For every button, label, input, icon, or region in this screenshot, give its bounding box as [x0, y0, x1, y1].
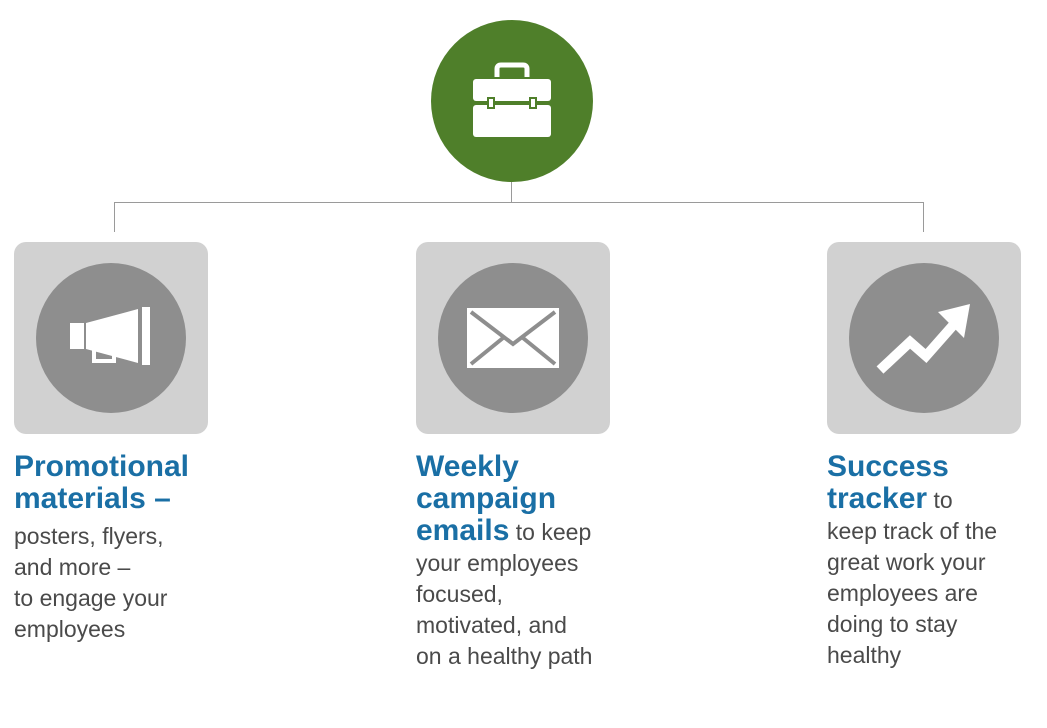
- icon-circle: [438, 263, 588, 413]
- briefcase-icon: [473, 62, 551, 137]
- connector-horizontal: [114, 202, 924, 203]
- column-body-line: doing to stay: [827, 611, 958, 637]
- trending-up-icon: [876, 304, 970, 374]
- campaign-tile: [416, 242, 610, 434]
- column-title-line: Promotional: [14, 450, 190, 483]
- connector-left: [114, 202, 115, 232]
- column-title-line: campaign: [416, 482, 557, 515]
- column-body-line: posters, flyers,: [14, 523, 164, 549]
- envelope-icon: [467, 308, 559, 368]
- column-title-line: materials –: [14, 482, 171, 515]
- diagram: Promotional materials – posters, flyers,…: [0, 0, 1047, 728]
- campaign-text: Weekly campaign emails to keep your empl…: [416, 451, 641, 672]
- column-title-line: Success: [827, 450, 949, 483]
- tracker-tile: [827, 242, 1021, 434]
- column-title-tail: tracker: [827, 482, 928, 515]
- top-node: [431, 20, 593, 182]
- column-title-line: Weekly: [416, 450, 519, 483]
- column-body-line: employees are: [827, 580, 978, 606]
- promotional-text: Promotional materials – posters, flyers,…: [14, 451, 239, 645]
- megaphone-icon: [70, 307, 150, 365]
- column-body-line: to engage your: [14, 585, 168, 611]
- column-body-line: employees: [14, 616, 126, 642]
- connector-stem: [511, 182, 512, 202]
- connector-right: [923, 202, 924, 232]
- column-body-line: focused,: [416, 581, 503, 607]
- promotional-tile: [14, 242, 208, 434]
- column-inline-text: to keep: [509, 519, 592, 545]
- tracker-text: Success tracker to keep track of the gre…: [827, 451, 1047, 671]
- column-body-line: keep track of the: [827, 518, 998, 544]
- column-body-line: your employees: [416, 550, 579, 576]
- column-body-line: motivated, and: [416, 612, 567, 638]
- column-body-line: on a healthy path: [416, 643, 593, 669]
- column-inline-text: to: [927, 487, 953, 513]
- column-body-line: and more –: [14, 554, 131, 580]
- column-body-line: great work your: [827, 549, 986, 575]
- column-title-tail: emails: [416, 514, 510, 547]
- icon-circle: [36, 263, 186, 413]
- icon-circle: [849, 263, 999, 413]
- column-body-line: healthy: [827, 642, 902, 668]
